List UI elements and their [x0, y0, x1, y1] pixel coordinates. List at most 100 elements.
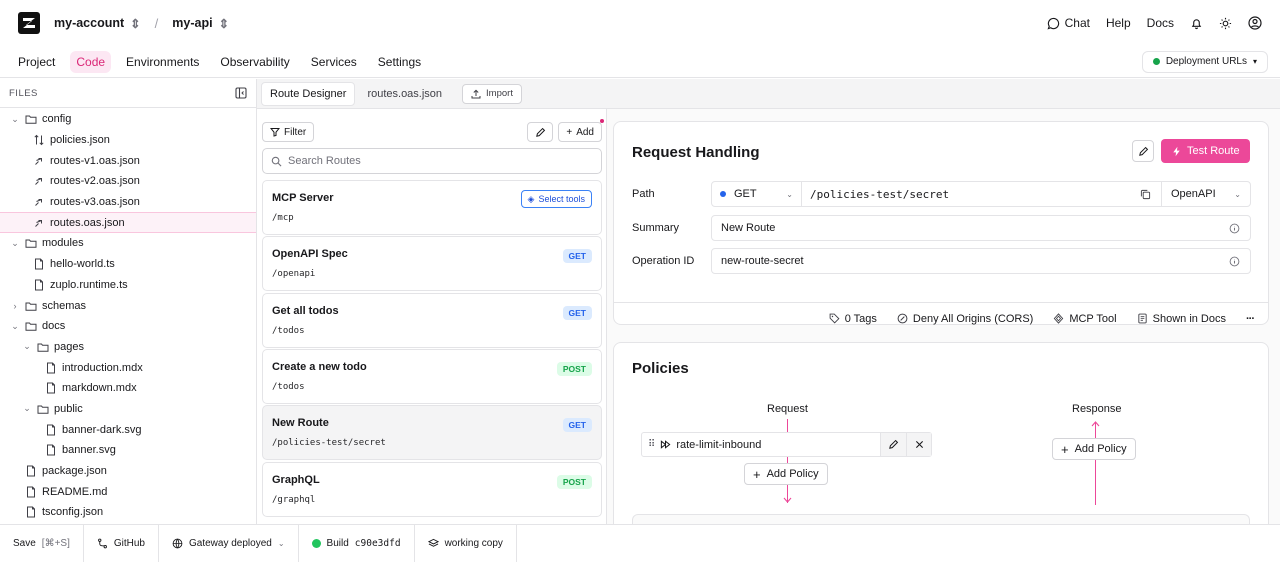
route-item[interactable]: New Route/policies-test/secret GET	[262, 405, 602, 461]
tree-file[interactable]: banner-dark.svg	[0, 419, 256, 440]
operation-id-value: new-route-secret	[721, 255, 804, 267]
route-item[interactable]: OpenAPI Spec/openapi GET	[262, 236, 602, 292]
operation-id-input[interactable]: new-route-secret	[711, 248, 1251, 274]
method-select[interactable]: GET ⌄	[712, 182, 802, 206]
notification-dot	[600, 119, 604, 123]
edit-request-button[interactable]	[1132, 140, 1154, 162]
help-link[interactable]: Help	[1106, 16, 1131, 30]
tree-file[interactable]: routes-v1.oas.json	[0, 150, 256, 171]
docs-visibility-button[interactable]: Shown in Docs	[1137, 313, 1226, 325]
chevron-right-icon[interactable]: ›	[10, 301, 20, 311]
build-status[interactable]: Build c90e3dfd	[299, 524, 415, 562]
summary-input[interactable]: New Route	[711, 215, 1251, 241]
add-request-policy-button[interactable]: + Add Policy	[744, 463, 828, 485]
route-name: New Route	[272, 417, 329, 430]
chevron-down-icon[interactable]: ⌄	[10, 321, 20, 332]
routes-panel: Filter + Add Search Routes MCP Server/mc…	[257, 109, 607, 524]
chevron-down-icon: ▾	[1252, 57, 1257, 66]
chevron-down-icon[interactable]: ⌄	[22, 403, 32, 414]
tree-folder[interactable]: ⌄ docs	[0, 316, 256, 337]
save-shortcut: [⌘+S]	[41, 538, 70, 549]
sun-icon[interactable]	[1219, 17, 1232, 30]
bell-icon[interactable]	[1190, 17, 1203, 30]
docs-link[interactable]: Docs	[1147, 16, 1174, 30]
tree-file[interactable]: introduction.mdx	[0, 357, 256, 378]
nav-observability[interactable]: Observability	[214, 51, 295, 73]
tree-file[interactable]: hello-world.ts	[0, 254, 256, 275]
nav-environments[interactable]: Environments	[120, 51, 205, 73]
route-item[interactable]: GraphQL/graphql POST	[262, 461, 602, 517]
route-path: /policies-test/secret	[272, 438, 386, 449]
more-options-icon[interactable]: ···	[1246, 313, 1255, 325]
collapse-sidebar-icon[interactable]	[235, 87, 247, 99]
tree-folder[interactable]: ⌄ modules	[0, 233, 256, 254]
filter-button[interactable]: Filter	[262, 122, 315, 142]
drag-handle-icon[interactable]: ⠿	[648, 439, 655, 450]
gateway-status-button[interactable]: Gateway deployed ⌄	[159, 524, 299, 562]
tree-folder[interactable]: ⌄ pages	[0, 337, 256, 358]
tree-file[interactable]: tsconfig.json	[0, 502, 256, 523]
handler-select[interactable]: OpenAPI ⌄	[1161, 182, 1250, 206]
remove-policy-button[interactable]	[906, 433, 931, 456]
tab-route-designer[interactable]: Route Designer	[261, 81, 356, 106]
tags-button[interactable]: 0 Tags	[829, 313, 877, 325]
tree-folder[interactable]: ⌄ config	[0, 109, 256, 130]
import-button[interactable]: Import	[462, 83, 522, 104]
filter-icon	[270, 128, 280, 137]
nav-settings[interactable]: Settings	[372, 51, 427, 73]
tree-file[interactable]: routes-v2.oas.json	[0, 171, 256, 192]
nav-code[interactable]: Code	[70, 50, 112, 73]
select-tools-button[interactable]: ◈ Select tools	[520, 190, 592, 208]
tab-routes-oas-json[interactable]: routes.oas.json	[359, 82, 450, 106]
user-avatar-icon[interactable]	[1248, 16, 1262, 30]
copy-icon[interactable]	[1140, 189, 1151, 200]
edit-policy-button[interactable]	[881, 433, 906, 456]
mcp-tool-button[interactable]: MCP Tool	[1053, 312, 1117, 325]
route-path: /mcp	[272, 213, 294, 223]
chevron-down-icon[interactable]: ⌄	[22, 341, 32, 352]
route-meta-row: 0 Tags Deny All Origins (CORS) MCP Tool …	[614, 302, 1268, 334]
chevron-down-icon[interactable]: ⌄	[10, 238, 20, 249]
working-copy-button[interactable]: working copy	[415, 524, 517, 562]
route-item[interactable]: Create a new todo/todos POST	[262, 348, 602, 404]
chat-button[interactable]: Chat	[1047, 16, 1090, 30]
save-button[interactable]: Save [⌘+S]	[0, 524, 84, 562]
tree-file[interactable]: package.json	[0, 461, 256, 482]
tree-file[interactable]: banner.svg	[0, 440, 256, 461]
tree-folder[interactable]: › schemas	[0, 295, 256, 316]
file-icon	[27, 486, 35, 498]
nav-services[interactable]: Services	[305, 51, 363, 73]
git-branch-icon	[97, 538, 107, 549]
account-switcher[interactable]: my-account ⇕	[54, 16, 141, 31]
tree-file[interactable]: routes.oas.json	[0, 212, 256, 234]
path-input[interactable]: /policies-test/secret	[802, 188, 1140, 201]
fast-forward-icon	[661, 440, 671, 449]
tree-file[interactable]: markdown.mdx	[0, 378, 256, 399]
editor-tabs: Route Designer routes.oas.json Import	[257, 79, 1280, 109]
policy-rate-limit-inbound[interactable]: ⠿ rate-limit-inbound	[641, 432, 932, 457]
tree-item-label: modules	[42, 237, 84, 250]
test-route-button[interactable]: Test Route	[1161, 139, 1250, 163]
github-button[interactable]: GitHub	[84, 524, 159, 562]
tree-file[interactable]: README.md	[0, 481, 256, 502]
tree-file[interactable]: zuplo.runtime.ts	[0, 275, 256, 296]
project-switcher[interactable]: my-api ⇕	[172, 16, 229, 31]
tree-file[interactable]: policies.json	[0, 130, 256, 151]
cors-button[interactable]: Deny All Origins (CORS)	[897, 313, 1033, 325]
route-item[interactable]: Get all todos/todos GET	[262, 292, 602, 348]
chevron-down-icon[interactable]: ⌄	[10, 114, 20, 125]
add-route-button[interactable]: + Add	[558, 119, 604, 142]
tree-folder[interactable]: ⌄ public	[0, 399, 256, 420]
route-item[interactable]: MCP Server/mcp ◈ Select tools	[262, 180, 602, 235]
add-response-policy-button[interactable]: + Add Policy	[1052, 438, 1136, 460]
method-badge: GET	[562, 249, 592, 264]
search-routes[interactable]: Search Routes	[262, 148, 602, 174]
top-bar: my-account ⇕ / my-api ⇕ Chat Help Docs	[0, 0, 1280, 46]
ban-icon	[897, 313, 908, 324]
mcp-tool-label: MCP Tool	[1069, 312, 1117, 325]
nav-project[interactable]: Project	[12, 51, 61, 73]
edit-routes-button[interactable]	[527, 122, 554, 142]
zuplo-logo[interactable]	[18, 12, 40, 34]
tree-file[interactable]: routes-v3.oas.json	[0, 192, 256, 213]
deployment-urls-button[interactable]: Deployment URLs ▾	[1141, 50, 1268, 73]
